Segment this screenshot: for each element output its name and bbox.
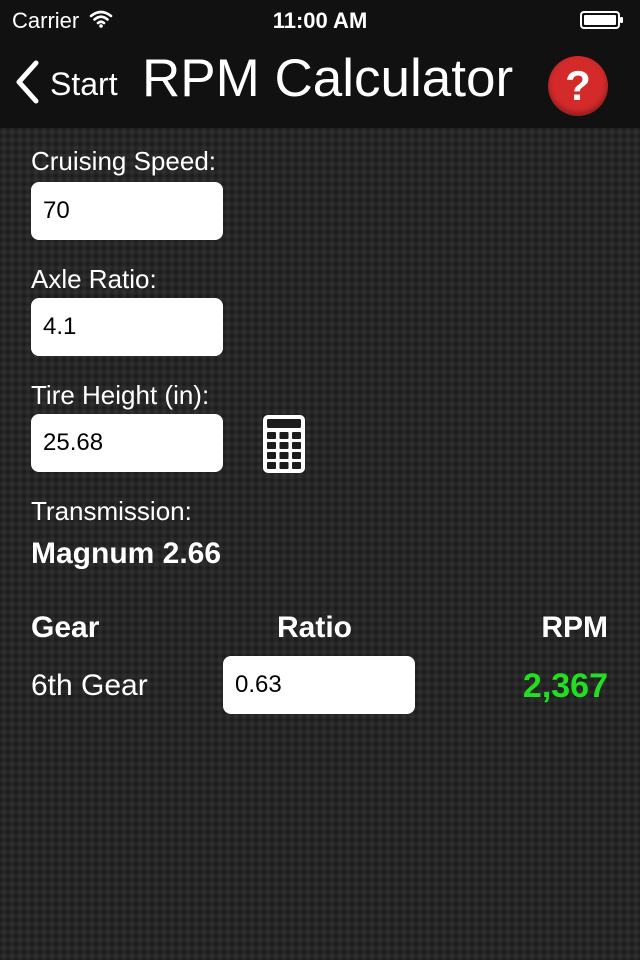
carrier-label: Carrier <box>12 8 80 33</box>
navigation-bar: Carrier 11:00 AM Start RPM Calculator ? <box>0 0 640 128</box>
page-title: RPM Calculator <box>142 49 514 108</box>
gear-ratio-input[interactable] <box>223 656 415 714</box>
battery-icon <box>580 11 624 29</box>
calculator-form: Cruising Speed: Axle Ratio: Tire Height … <box>0 128 640 960</box>
question-mark-icon: ? <box>565 62 591 109</box>
rpm-value: 2,367 <box>522 667 608 705</box>
transmission-label: Transmission: <box>31 496 192 526</box>
calculator-icon[interactable] <box>262 414 306 474</box>
status-carrier: Carrier <box>12 8 113 34</box>
chevron-left-icon <box>14 60 40 109</box>
gear-column-header: Gear <box>31 611 100 644</box>
ratio-column-header: Ratio <box>277 611 352 644</box>
rpm-column-header: RPM <box>541 611 608 644</box>
gear-name: 6th Gear <box>31 669 148 702</box>
back-label: Start <box>50 66 118 102</box>
tire-height-input[interactable] <box>31 414 223 472</box>
cruising-speed-label: Cruising Speed: <box>31 146 216 176</box>
tire-height-label: Tire Height (in): <box>31 380 210 410</box>
back-button[interactable]: Start <box>14 58 118 110</box>
axle-ratio-label: Axle Ratio: <box>31 264 157 294</box>
axle-ratio-input[interactable] <box>31 298 223 356</box>
cruising-speed-input[interactable] <box>31 182 223 240</box>
wifi-icon <box>89 8 113 34</box>
transmission-value[interactable]: Magnum 2.66 <box>31 536 221 572</box>
help-button[interactable]: ? <box>548 56 608 116</box>
